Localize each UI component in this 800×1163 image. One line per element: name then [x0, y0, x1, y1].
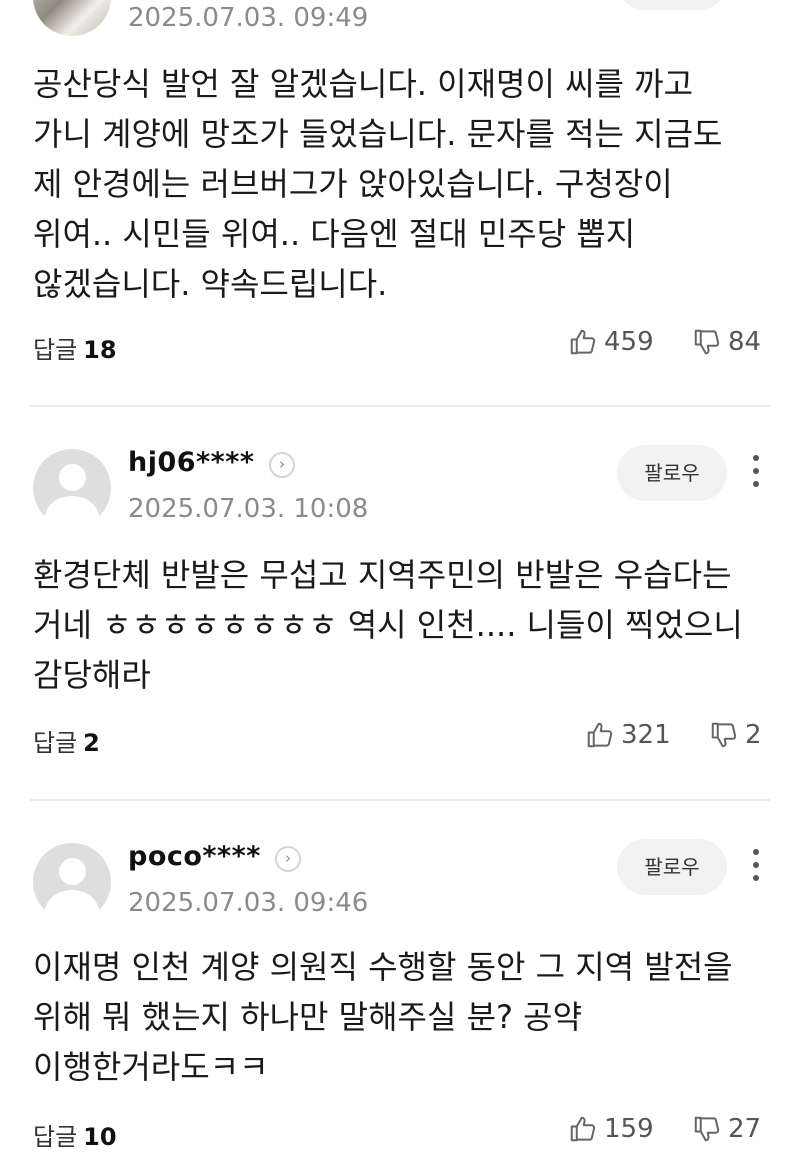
- follow-button[interactable]: [617, 0, 727, 10]
- comment-date: 2025.07.03. 10:08: [128, 494, 369, 524]
- comment-item: poco**** › 2025.07.03. 09:46 팔로우 이재명 인천 …: [0, 801, 800, 1163]
- comment-item: hj06**** › 2025.07.03. 10:08 팔로우 환경단체 반발…: [0, 407, 800, 799]
- dislike-button[interactable]: 27: [692, 1114, 761, 1144]
- username[interactable]: hj06****: [128, 447, 255, 478]
- reply-count: 10: [83, 1123, 117, 1151]
- comment-date: 2025.07.03. 09:46: [128, 888, 369, 918]
- dislike-count: 2: [745, 720, 762, 750]
- avatar[interactable]: [33, 449, 111, 527]
- like-button[interactable]: 321: [585, 720, 671, 750]
- reply-button[interactable]: 답글 10: [33, 1117, 117, 1152]
- dislike-count: 27: [728, 1114, 762, 1144]
- thumbs-up-icon: [570, 329, 596, 355]
- avatar[interactable]: [33, 843, 111, 921]
- reply-label: 답글: [33, 1123, 78, 1151]
- avatar-head-shape: [59, 858, 86, 885]
- thumbs-up-icon: [570, 1116, 596, 1142]
- reply-count: 18: [83, 336, 117, 364]
- follow-button[interactable]: 팔로우: [617, 839, 727, 895]
- follow-button[interactable]: 팔로우: [617, 445, 727, 501]
- like-count: 459: [604, 327, 654, 357]
- like-button[interactable]: 459: [568, 327, 654, 357]
- reply-label: 답글: [33, 729, 78, 757]
- comment-body: 이재명 인천 계양 의원직 수행할 동안 그 지역 발전을 위해 뭐 했는지 하…: [33, 948, 733, 1086]
- more-vertical-icon[interactable]: [740, 451, 770, 491]
- like-count: 321: [621, 720, 671, 750]
- thumbs-down-icon: [694, 329, 720, 355]
- chevron-right-icon[interactable]: ›: [269, 452, 295, 478]
- reply-button[interactable]: 답글 18: [33, 330, 117, 365]
- dislike-count: 84: [728, 327, 762, 357]
- dislike-button[interactable]: 2: [709, 720, 762, 750]
- comment-date: 2025.07.03. 09:49: [128, 3, 369, 33]
- avatar[interactable]: [33, 0, 111, 36]
- reply-count: 2: [83, 729, 100, 757]
- comment-item: 2025.07.03. 09:49 공산당식 발언 잘 알겠습니다. 이재명이 …: [0, 0, 800, 405]
- avatar-shoulders-shape: [45, 890, 99, 921]
- reply-label: 답글: [33, 336, 78, 364]
- comment-body: 환경단체 반발은 무섭고 지역주민의 반발은 우습다는 거네 ㅎㅎㅎㅎㅎㅎㅎㅎ …: [33, 556, 743, 694]
- thumbs-down-icon: [694, 1116, 720, 1142]
- more-vertical-icon[interactable]: [740, 845, 770, 885]
- reply-button[interactable]: 답글 2: [33, 723, 100, 758]
- dislike-button[interactable]: 84: [692, 327, 761, 357]
- avatar-shoulders-shape: [45, 496, 99, 527]
- comment-body: 공산당식 발언 잘 알겠습니다. 이재명이 씨를 까고 가니 계양에 망조가 들…: [33, 65, 723, 303]
- like-button[interactable]: 159: [568, 1114, 654, 1144]
- chevron-right-icon[interactable]: ›: [275, 846, 301, 872]
- username[interactable]: poco****: [128, 841, 261, 872]
- thumbs-up-icon: [587, 722, 613, 748]
- like-count: 159: [604, 1114, 654, 1144]
- thumbs-down-icon: [711, 722, 737, 748]
- avatar-head-shape: [59, 464, 86, 491]
